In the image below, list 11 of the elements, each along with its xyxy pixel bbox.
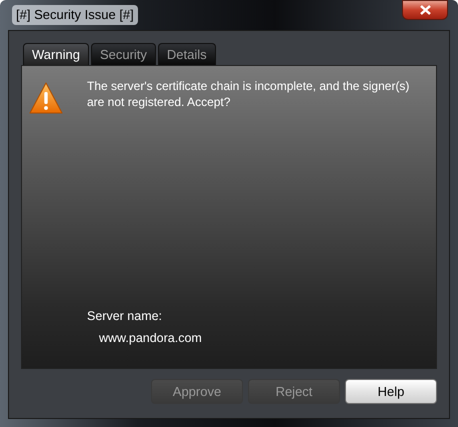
dialog-button[interactable]: Help <box>345 379 437 404</box>
window-title: [#] Security Issue [#] <box>12 5 138 25</box>
tab[interactable]: Warning <box>23 43 89 65</box>
server-name-label: Server name: <box>87 308 164 324</box>
warning-icon <box>29 82 63 114</box>
tab[interactable]: Details <box>158 43 216 65</box>
close-button[interactable] <box>402 0 448 20</box>
close-icon <box>420 5 430 15</box>
tab[interactable]: Security <box>90 43 156 65</box>
warning-message: The server's certificate chain is incomplete, and the signer(s) are not registered. Accept? <box>87 78 410 111</box>
server-name-value: www.pandora.com <box>98 330 203 348</box>
